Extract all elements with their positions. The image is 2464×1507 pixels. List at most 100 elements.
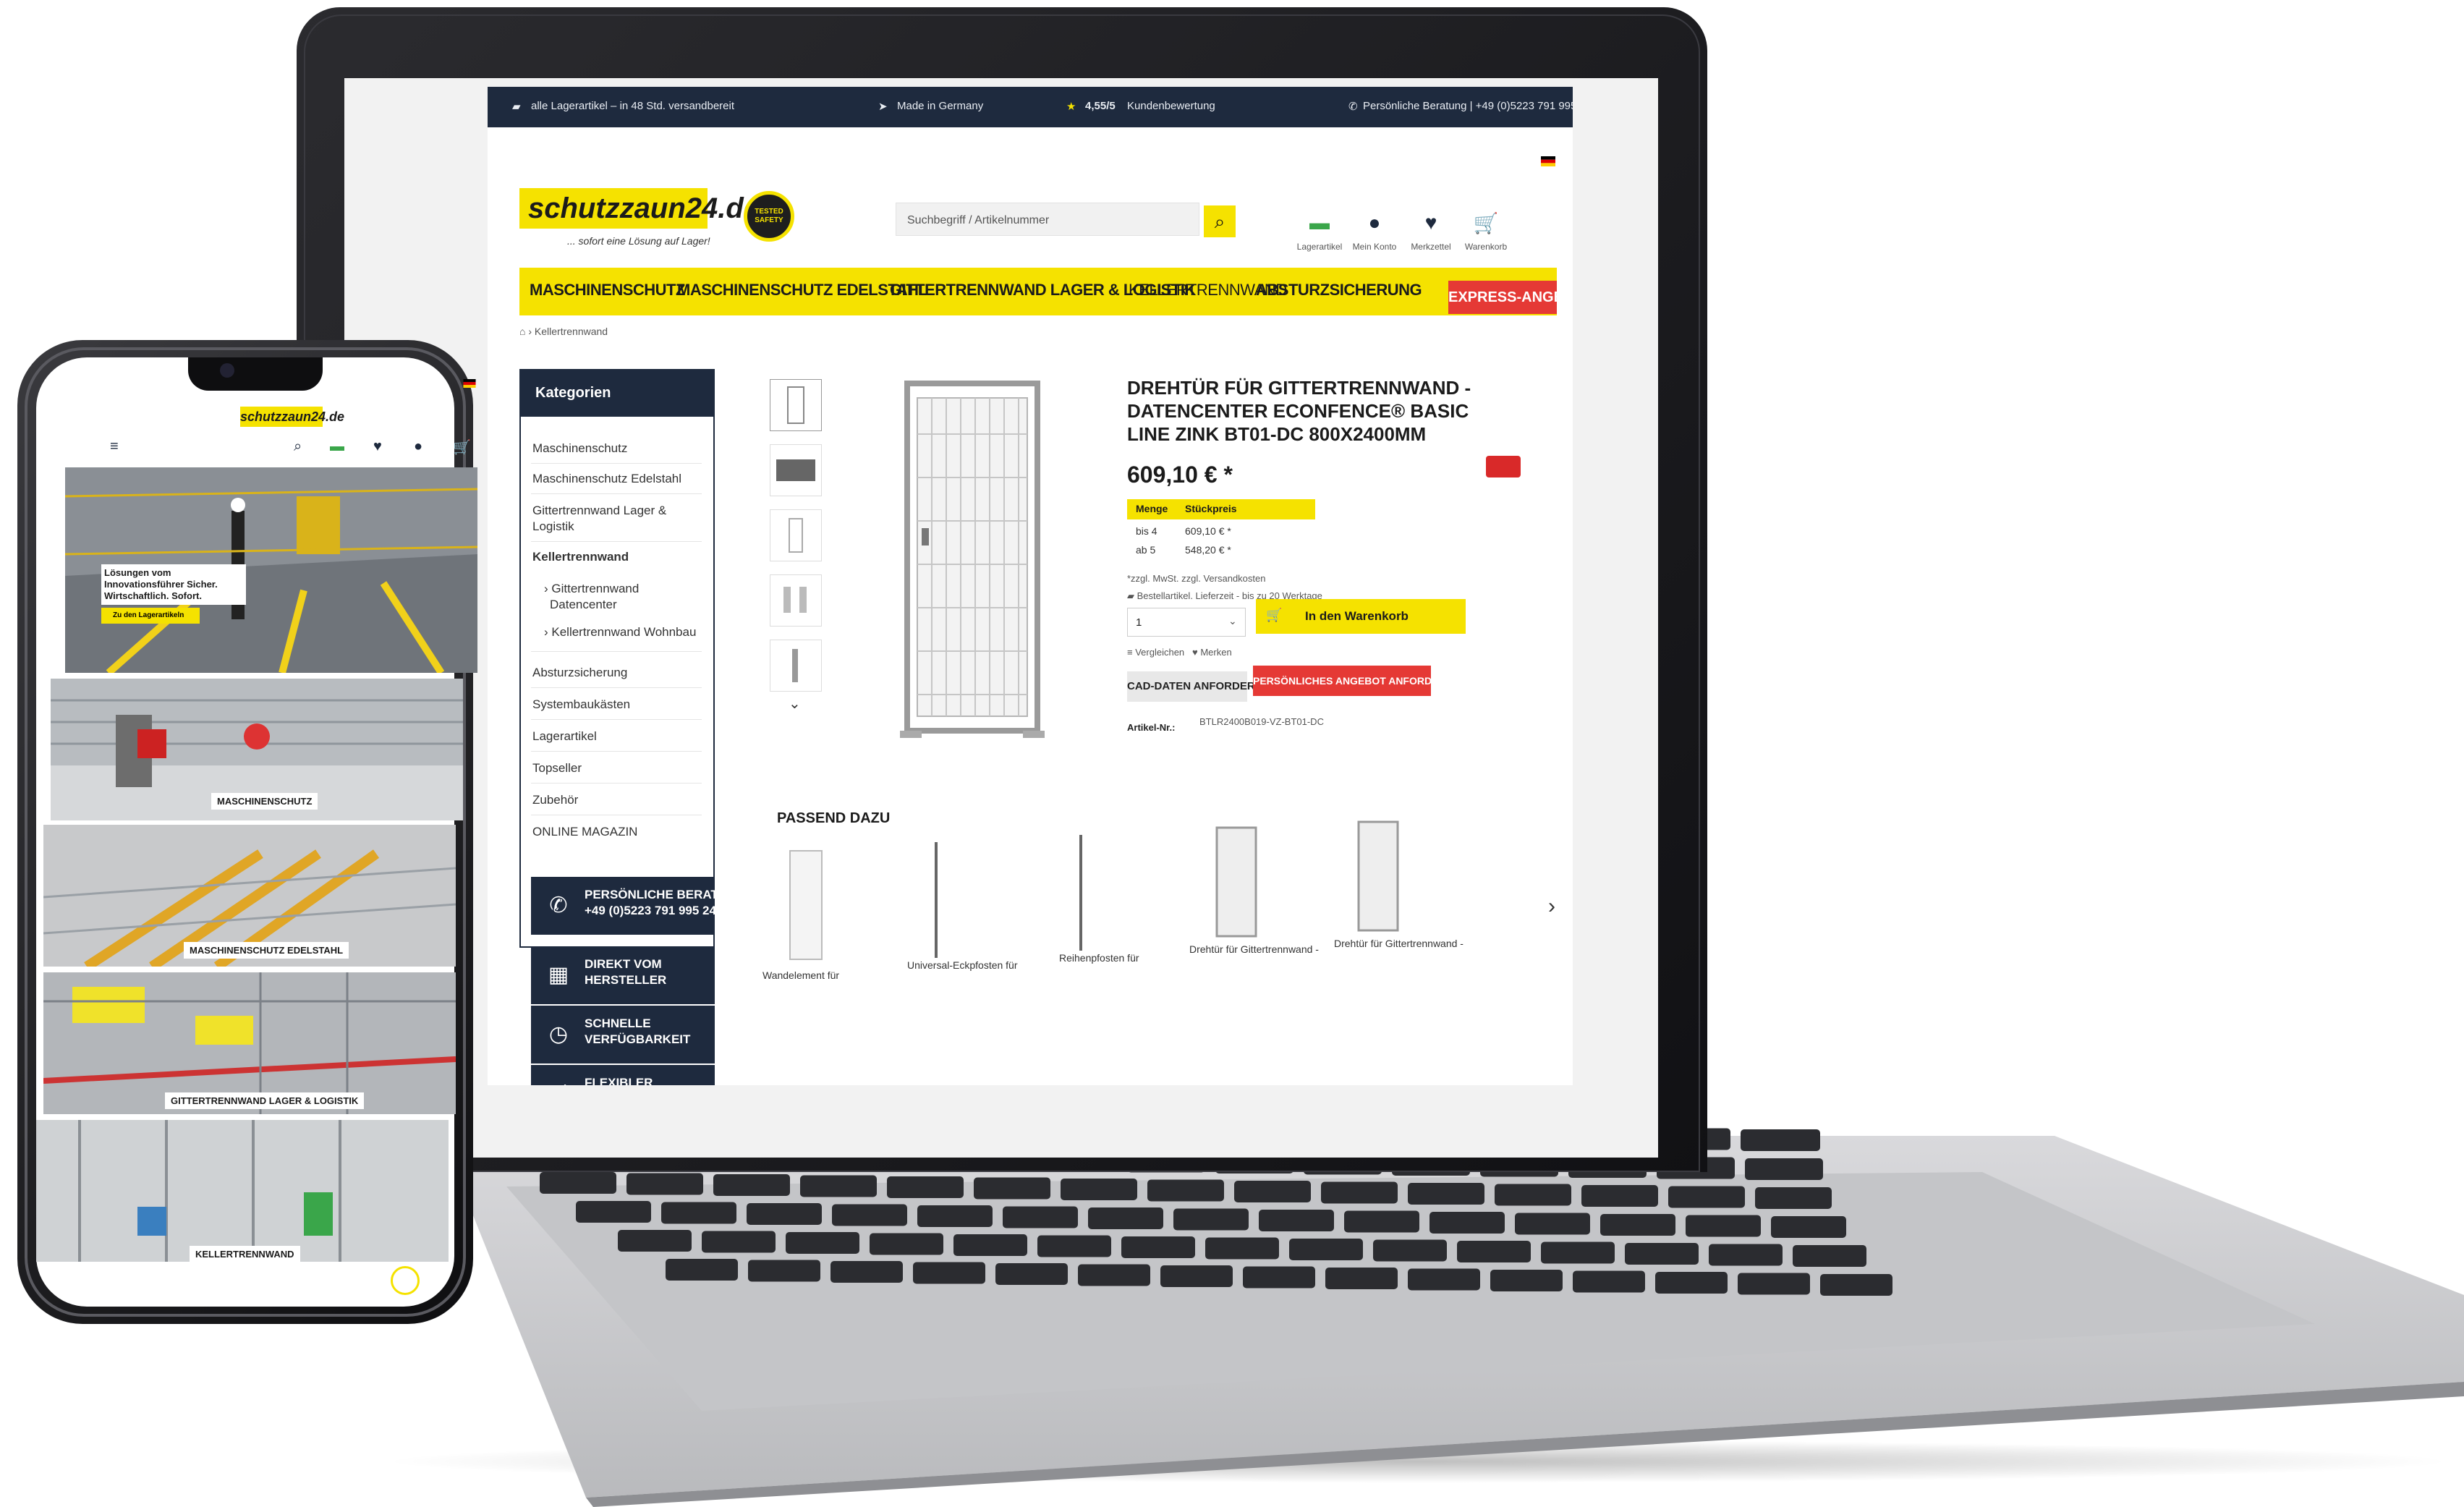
rating-label: Kundenbewertung <box>1127 100 1215 112</box>
product-thumbnail[interactable] <box>770 509 822 561</box>
subcategory-item[interactable]: Datencenter <box>550 598 617 612</box>
manufacturer-logo <box>1486 456 1521 477</box>
keyboard-key <box>1738 1273 1810 1295</box>
related-caption[interactable]: Universal-Eckpfosten für <box>907 959 1018 971</box>
chevron-right-icon[interactable]: › <box>1548 894 1555 919</box>
keyboard-key <box>1173 1208 1249 1231</box>
cad-request-button[interactable]: CAD-DATEN ANFORDERN <box>1127 671 1263 702</box>
trust-badge-icon[interactable] <box>391 1266 420 1295</box>
category-item[interactable]: Maschinenschutz Edelstahl <box>532 472 681 486</box>
top-info-bar: ▰ alle Lagerartikel – in 48 Std. versand… <box>488 87 1573 127</box>
search-button[interactable]: ⌕ <box>1204 205 1236 237</box>
remember-link[interactable]: ♥ Merken <box>1192 647 1232 658</box>
pin-icon: ➤ <box>878 101 888 113</box>
phone-tile-image[interactable] <box>36 1120 449 1262</box>
product-image[interactable] <box>857 376 1088 752</box>
menu-icon[interactable]: ≡ <box>110 438 119 455</box>
heart-icon[interactable]: ♥ <box>1409 211 1453 234</box>
category-item[interactable]: Gittertrennwand Lager & <box>532 504 666 518</box>
product-title: DREHTÜR FÜR GITTERTRENNWAND - DATENCENTE… <box>1127 377 1471 445</box>
consult-info[interactable]: Persönliche Beratung | +49 (0)5223 791 9… <box>1363 100 1573 112</box>
category-item-magazine[interactable]: ONLINE MAGAZIN <box>532 825 637 839</box>
subcategory-item[interactable]: › Gittertrennwand <box>544 582 639 596</box>
keyboard-key <box>870 1233 943 1255</box>
factory-icon: ▦ <box>548 963 569 987</box>
related-wall-image[interactable] <box>784 846 828 962</box>
keyboard-key <box>1820 1274 1892 1296</box>
keyboard-key <box>1655 1272 1728 1294</box>
phone-tile-caption: MASCHINENSCHUTZ <box>211 793 318 810</box>
nav-item-maschinenschutz[interactable]: MASCHINENSCHUTZ <box>530 281 685 300</box>
product-price: 609,10 € * <box>1127 462 1233 488</box>
keyboard-key <box>1234 1181 1311 1202</box>
site-logo[interactable]: schutzzaun24.de <box>528 192 760 225</box>
keyboard-key <box>1457 1241 1531 1262</box>
keyboard-key <box>1745 1158 1823 1180</box>
keyboard-key <box>1289 1239 1363 1260</box>
category-item-active[interactable]: Kellertrennwand <box>532 550 629 564</box>
keyboard-key <box>666 1259 738 1281</box>
phone-hero-button[interactable]: Zu den Lagerartikeln <box>101 608 200 624</box>
product-thumbnail[interactable] <box>770 640 822 692</box>
related-caption[interactable]: Wandelement für <box>762 969 839 981</box>
header-action-label[interactable]: Warenkorb <box>1453 242 1518 252</box>
header-action-label[interactable]: Mein Konto <box>1342 242 1407 252</box>
keyboard-key <box>913 1262 985 1284</box>
phone-logo[interactable]: schutzzaun24.de <box>240 407 344 427</box>
category-item[interactable]: Systembaukästen <box>532 697 630 712</box>
sku-value: BTLR2400B019-VZ-BT01-DC <box>1199 716 1324 727</box>
home-icon[interactable]: ⌂ <box>519 326 525 337</box>
subcategory-item[interactable]: › Kellertrennwand Wohnbau <box>544 625 696 640</box>
category-heading: Kategorien <box>519 369 715 417</box>
related-post-image[interactable] <box>1074 832 1088 955</box>
express-offer-button[interactable]: EXPRESS-ANGEBOT <box>1448 281 1573 314</box>
keyboard-key <box>1078 1264 1150 1286</box>
related-door-image[interactable] <box>1353 819 1403 935</box>
truck-icon[interactable]: ▬ <box>1298 211 1341 234</box>
chevron-down-icon[interactable]: ⌄ <box>789 695 801 713</box>
shipping-info: alle Lagerartikel – in 48 Std. versandbe… <box>531 100 735 112</box>
consult-title: PERSÖNLICHE BERATUNG <box>585 888 746 901</box>
nav-item-absturzsicherung[interactable]: ABSTURZSICHERUNG <box>1256 281 1422 300</box>
keyboard-key <box>626 1173 703 1195</box>
related-caption[interactable]: Drehtür für Gittertrennwand - <box>1189 943 1319 955</box>
user-icon[interactable]: ● <box>1353 211 1396 234</box>
category-item[interactable]: Topseller <box>532 761 582 776</box>
keyboard-key <box>1325 1268 1398 1289</box>
product-thumbnail[interactable] <box>770 379 822 431</box>
breadcrumb-item[interactable]: Kellertrennwand <box>535 326 608 337</box>
product-thumbnail[interactable] <box>770 574 822 627</box>
keyboard-key <box>1121 1236 1195 1258</box>
related-caption[interactable]: Drehtür für Gittertrennwand - <box>1334 938 1463 949</box>
keyboard-key <box>1088 1207 1163 1229</box>
category-item[interactable]: Lagerartikel <box>532 729 597 744</box>
german-flag-icon[interactable] <box>463 379 476 388</box>
category-item[interactable]: Maschinenschutz <box>532 441 627 456</box>
keyboard-key <box>974 1177 1050 1200</box>
related-door-image[interactable] <box>1211 825 1262 941</box>
keyboard-key <box>618 1230 692 1252</box>
user-icon[interactable]: ● <box>414 438 422 455</box>
category-item[interactable]: Logistik <box>532 519 574 534</box>
related-post-image[interactable] <box>929 839 943 962</box>
keyboard-key <box>661 1202 736 1224</box>
compare-label: Vergleichen <box>1135 647 1185 658</box>
truck-icon[interactable]: ▬ <box>330 438 344 455</box>
cart-icon[interactable]: 🛒 <box>1464 211 1508 235</box>
star-icon: ★ <box>1066 101 1076 113</box>
related-caption[interactable]: Reihenpfosten für <box>1059 952 1139 964</box>
german-flag-icon[interactable] <box>1541 156 1555 166</box>
heart-icon[interactable]: ♥ <box>373 438 382 455</box>
category-item[interactable]: Absturzsicherung <box>532 666 627 680</box>
compare-link[interactable]: ≡ Vergleichen <box>1127 647 1184 658</box>
search-icon[interactable]: ⌕ <box>294 438 302 455</box>
category-item[interactable]: Zubehör <box>532 793 578 807</box>
cart-icon[interactable]: 🛒 <box>453 438 471 457</box>
offer-request-button[interactable]: PERSÖNLICHES ANGEBOT ANFORDERN <box>1253 666 1453 696</box>
keyboard-key <box>1755 1187 1832 1209</box>
door-thumbnail-image <box>787 386 804 424</box>
consult-box[interactable]: ✆ PERSÖNLICHE BERATUNG +49 (0)5223 791 99… <box>531 877 746 935</box>
product-thumbnail[interactable] <box>770 444 822 496</box>
keyboard-key <box>1573 1270 1645 1293</box>
tested-safety-badge: TESTED SAFETY <box>744 191 794 242</box>
